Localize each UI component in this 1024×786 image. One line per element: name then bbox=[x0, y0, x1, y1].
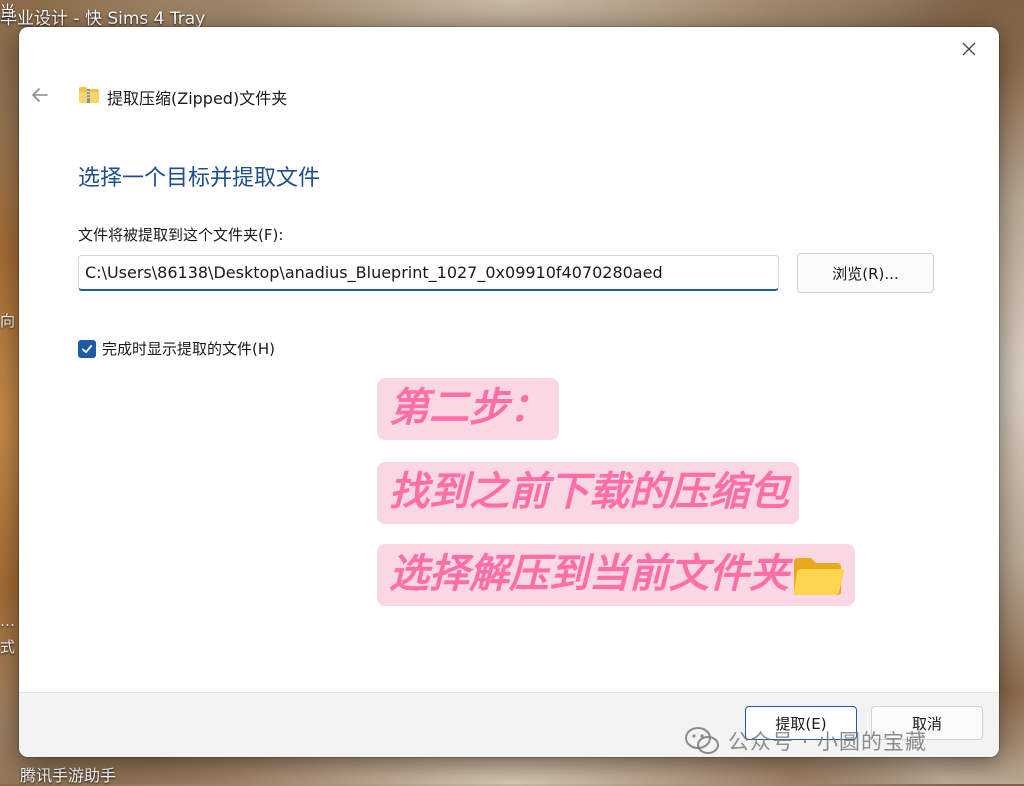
annotation-line-extract-text: 选择解压到当前文件夹 bbox=[389, 551, 789, 597]
close-button[interactable] bbox=[953, 35, 985, 63]
desktop-edge-text: 式 bbox=[0, 638, 16, 656]
extract-zip-dialog: 提取压缩(Zipped)文件夹 选择一个目标并提取文件 文件将被提取到这个文件夹… bbox=[19, 27, 999, 757]
annotation-line-extract: 选择解压到当前文件夹 bbox=[377, 544, 855, 606]
desktop-icon-labels[interactable]: 毕业设计 - 快 Sims 4 Tray bbox=[0, 4, 205, 29]
desktop-edge-text: 当 bbox=[0, 2, 16, 20]
close-icon bbox=[962, 42, 976, 56]
desktop-edge-text: 向 bbox=[0, 312, 16, 330]
desktop-edge-text: … bbox=[0, 612, 15, 630]
annotation-step-title: 第二步： bbox=[377, 378, 559, 440]
arrow-left-icon bbox=[32, 88, 48, 102]
folder-icon bbox=[793, 558, 845, 595]
dialog-title: 提取压缩(Zipped)文件夹 bbox=[107, 89, 288, 108]
watermark: 公众号 · 小圆的宝藏 bbox=[684, 726, 927, 756]
show-files-checkbox-row[interactable]: 完成时显示提取的文件(H) bbox=[78, 338, 275, 359]
page-heading: 选择一个目标并提取文件 bbox=[78, 166, 321, 191]
back-button[interactable] bbox=[29, 83, 51, 107]
browse-button[interactable]: 浏览(R)... bbox=[797, 253, 934, 293]
folder-zip-icon bbox=[79, 87, 99, 103]
destination-label: 文件将被提取到这个文件夹(F): bbox=[78, 226, 284, 244]
watermark-text: 公众号 · 小圆的宝藏 bbox=[728, 730, 928, 754]
show-files-checkbox[interactable] bbox=[78, 339, 96, 358]
destination-path-input[interactable] bbox=[78, 255, 779, 291]
wechat-icon bbox=[685, 727, 719, 754]
desktop-icon-label-tencent[interactable]: 腾讯手游助手 bbox=[20, 762, 116, 786]
show-files-label: 完成时显示提取的文件(H) bbox=[102, 340, 275, 358]
checkmark-icon bbox=[82, 344, 93, 353]
annotation-line-find-archive: 找到之前下载的压缩包 bbox=[377, 462, 799, 524]
